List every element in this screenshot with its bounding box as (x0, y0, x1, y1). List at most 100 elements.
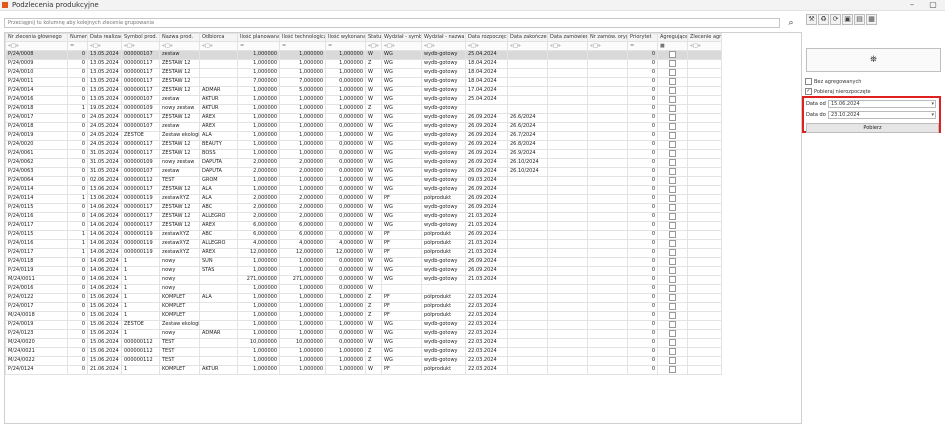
column-filter[interactable]: = (67, 41, 88, 51)
search-icon[interactable]: ⌕ (786, 18, 796, 28)
column-filter[interactable]: ■ (657, 41, 688, 51)
data-do-field[interactable]: 23.10.2024 ▾ (828, 111, 936, 119)
table-row[interactable]: P/24/0122 0 15.06.2024 1 KOMPLET ALA 1,000000 1… (5, 292, 722, 303)
agregujace-checkbox[interactable] (669, 186, 676, 193)
table-row[interactable]: M/24/0018 0 15.06.2024 1 KOMPLET 1,000000 1,00… (5, 310, 722, 321)
table-row[interactable]: P/24/0063 0 31.05.2024 000000107 zestaw DAPUT… (5, 166, 722, 177)
column-filter[interactable]: = (279, 41, 326, 51)
column-filter[interactable]: «□» (381, 41, 422, 51)
column-header[interactable]: Data realizacji (87, 33, 122, 43)
column-filter[interactable]: «□» (121, 41, 160, 51)
table-row[interactable]: P/24/0061 0 31.05.2024 000000117 ZESTAW 12 BO… (5, 148, 722, 159)
column-filter[interactable]: «□» (547, 41, 588, 51)
table-row[interactable]: P/24/0119 0 14.06.2024 1 nowy STAS 1,000000 1,0… (5, 265, 722, 276)
binoculars-button[interactable]: ⛯ (806, 48, 941, 72)
column-header[interactable]: Nr zlecenia głównego (5, 33, 68, 43)
table-row[interactable]: P/24/0116 0 14.06.2024 000000117 ZESTAW 12 AL… (5, 211, 722, 222)
column-filter[interactable]: «□» (687, 41, 722, 51)
column-header[interactable]: Ilość wykonana (325, 33, 366, 43)
table-row[interactable]: P/24/0116 1 14.06.2024 000000119 zestawXYZ AL… (5, 238, 722, 249)
column-filter[interactable]: «□» (5, 41, 68, 51)
table-row[interactable]: P/24/0062 0 31.05.2024 000000109 nowy zestaw… (5, 157, 722, 168)
table-row[interactable]: P/24/0118 0 14.06.2024 1 nowy SUN 1,000000 1,00… (5, 256, 722, 267)
agregujace-checkbox[interactable] (669, 141, 676, 148)
agregujace-checkbox[interactable] (669, 177, 676, 184)
agregujace-checkbox[interactable] (669, 348, 676, 355)
column-header[interactable]: Data zamówienia (547, 33, 588, 43)
column-header[interactable]: Priorytet (627, 33, 658, 43)
agregujace-checkbox[interactable] (669, 285, 676, 292)
table-row[interactable]: P/24/0114 1 13.06.2024 000000119 zestawXYZ AL… (5, 193, 722, 204)
column-header[interactable]: Wydział - nazwa (421, 33, 466, 43)
agregujace-checkbox[interactable] (669, 51, 676, 58)
table-row[interactable]: P/24/0016 0 14.06.2024 1 nowy 1,000000 1,00000… (5, 283, 722, 294)
maximize-button[interactable]: ▢ (926, 0, 940, 10)
table-row[interactable]: P/24/0010 0 13.05.2024 000000117 ZESTAW 12 1,… (5, 67, 722, 78)
agregujace-checkbox[interactable] (669, 321, 676, 328)
table-row[interactable]: P/24/0123 0 15.06.2024 1 nowy ADMAR 1,000000 1,… (5, 328, 722, 339)
column-filter[interactable]: «□» (507, 41, 548, 51)
table-row[interactable]: P/24/0018 0 24.05.2024 000000107 zestaw AREX 1… (5, 121, 722, 132)
column-filter[interactable]: «□» (159, 41, 200, 51)
agregujace-checkbox[interactable] (669, 123, 676, 130)
column-filter[interactable]: = (325, 41, 366, 51)
table-row[interactable]: P/24/0115 1 14.06.2024 000000119 zestawXYZ AB… (5, 229, 722, 240)
column-header[interactable]: Odbiorca (199, 33, 238, 43)
column-filter[interactable]: «□» (365, 41, 382, 51)
chevron-down-icon[interactable]: ▾ (931, 112, 934, 119)
agregujace-checkbox[interactable] (669, 195, 676, 202)
column-header[interactable]: Numer (67, 33, 88, 43)
tools-icon[interactable]: ⚒ (806, 14, 817, 25)
table-row[interactable]: M/24/0020 0 15.06.2024 000000112 TEST 10,0000… (5, 337, 722, 348)
table-row[interactable]: P/24/0117 1 14.06.2024 000000119 zestawXYZ AR… (5, 247, 722, 258)
agregujace-checkbox[interactable] (669, 60, 676, 67)
column-header[interactable]: Data rozpoczęcia (465, 33, 508, 43)
minimize-button[interactable]: – (905, 0, 919, 10)
agregujace-checkbox[interactable] (669, 231, 676, 238)
agregujace-checkbox[interactable] (669, 204, 676, 211)
table-row[interactable]: P/24/0020 0 24.05.2024 000000117 ZESTAW 12 BE… (5, 139, 722, 150)
column-filter[interactable]: «□» (465, 41, 508, 51)
column-filter[interactable]: «□» (587, 41, 628, 51)
table-row[interactable]: P/24/0017 0 15.06.2024 1 KOMPLET 1,000000 1,00… (5, 301, 722, 312)
agregujace-checkbox[interactable] (669, 132, 676, 139)
column-header[interactable]: Symbol prod. (121, 33, 160, 43)
search-input[interactable] (4, 18, 780, 28)
column-header[interactable]: Ilość planowana (237, 33, 280, 43)
save-icon[interactable]: ▣ (842, 14, 853, 25)
table-row[interactable]: P/24/0017 0 24.05.2024 000000117 ZESTAW 12 AR… (5, 112, 722, 123)
recycle-icon[interactable]: ♻ (818, 14, 829, 25)
table-row[interactable]: P/24/0019024.05.2024ZESTOEZestaw ekologi… (5, 130, 722, 141)
table-row[interactable]: P/24/0018 1 19.05.2024 000000109 nowy zestaw… (5, 103, 722, 114)
pobieraj-nierozpoczete-checkbox[interactable]: ✓ (805, 88, 812, 95)
agregujace-checkbox[interactable] (669, 258, 676, 265)
column-header[interactable]: Agregujące (657, 33, 688, 43)
agregujace-checkbox[interactable] (669, 87, 676, 94)
column-header[interactable]: Ilość technologiczna (279, 33, 326, 43)
agregujace-checkbox[interactable] (669, 105, 676, 112)
agregujace-checkbox[interactable] (669, 312, 676, 319)
table-row[interactable]: P/24/0014 0 13.05.2024 000000117 ZESTAW 12 AD… (5, 85, 722, 96)
layout-icon[interactable]: ▦ (866, 14, 877, 25)
pobieraj-nierozpoczete-option[interactable]: ✓ Pobieraj nierozpoczęte (805, 88, 871, 96)
pobierz-button[interactable]: Pobierz (806, 123, 939, 133)
agregujace-checkbox[interactable] (669, 249, 676, 256)
table-row[interactable]: P/24/0011 0 13.05.2024 000000117 ZESTAW 12 7,… (5, 76, 722, 87)
table-row[interactable]: M/24/0021 0 15.06.2024 000000112 TEST 1,00000… (5, 346, 722, 357)
agregujace-checkbox[interactable] (669, 294, 676, 301)
table-row[interactable]: P/24/0114 0 13.06.2024 000000117 ZESTAW 12 AL… (5, 184, 722, 195)
agregujace-checkbox[interactable] (669, 276, 676, 283)
table-row[interactable]: P/24/0016 0 13.05.2024 000000107 zestaw AKTUR… (5, 94, 722, 105)
column-header[interactable]: Data zakończenia (507, 33, 548, 43)
agregujace-checkbox[interactable] (669, 240, 676, 247)
column-header[interactable]: Nr zamów. oryg. (587, 33, 628, 43)
table-row[interactable]: P/24/0117 0 14.06.2024 000000117 ZESTAW 12 AR… (5, 220, 722, 231)
bez-agregowanych-checkbox[interactable] (805, 78, 812, 85)
agregujace-checkbox[interactable] (669, 159, 676, 166)
agregujace-checkbox[interactable] (669, 78, 676, 85)
chevron-down-icon[interactable]: ▾ (931, 101, 934, 108)
column-header[interactable]: Wydział - symbol (381, 33, 422, 43)
table-row[interactable]: P/24/0124 0 21.06.2024 1 KOMPLET AKTUR 1,00000… (5, 364, 722, 375)
agregujace-checkbox[interactable] (669, 168, 676, 175)
table-row[interactable]: M/24/0022 0 15.06.2024 000000112 TEST 1,00000… (5, 355, 722, 366)
